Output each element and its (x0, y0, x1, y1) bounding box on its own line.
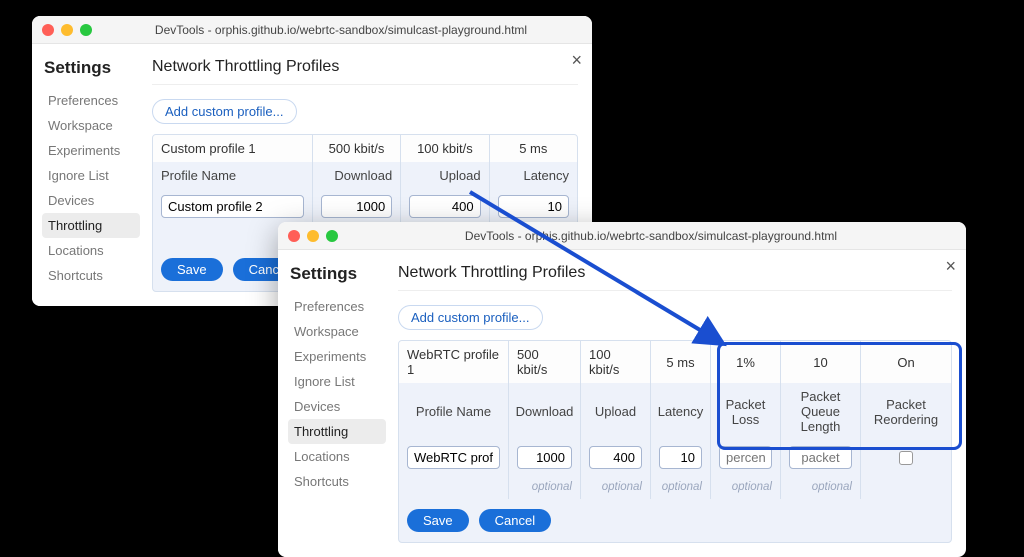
window-title: DevTools - orphis.github.io/webrtc-sandb… (346, 229, 956, 243)
sidebar-item-workspace[interactable]: Workspace (42, 113, 140, 138)
col-header: Profile Name (399, 383, 509, 440)
titlebar: DevTools - orphis.github.io/webrtc-sandb… (32, 16, 592, 44)
save-button[interactable]: Save (161, 258, 223, 281)
profile-name-input[interactable] (407, 446, 500, 469)
sidebar-item-throttling[interactable]: Throttling (288, 419, 386, 444)
optional-hint: optional (651, 475, 711, 499)
sidebar-item-shortcuts[interactable]: Shortcuts (288, 469, 386, 494)
summary-cell: On (861, 341, 951, 383)
upload-input[interactable] (589, 446, 642, 469)
traffic-lights (42, 24, 92, 36)
settings-sidebar: Settings Preferences Workspace Experimen… (32, 44, 142, 306)
sidebar-item-devices[interactable]: Devices (288, 394, 386, 419)
download-input[interactable] (321, 195, 392, 218)
col-header: Packet Loss (711, 383, 781, 440)
col-header: Upload (401, 162, 489, 189)
summary-cell: 10 (781, 341, 861, 383)
settings-sidebar: Settings Preferences Workspace Experimen… (278, 250, 388, 557)
col-header: Download (313, 162, 401, 189)
sidebar-item-ignore-list[interactable]: Ignore List (42, 163, 140, 188)
col-header: Packet Reordering (861, 383, 951, 440)
sidebar-item-workspace[interactable]: Workspace (288, 319, 386, 344)
packet-loss-input[interactable] (719, 446, 772, 469)
col-header: Packet Queue Length (781, 383, 861, 440)
page-title: Network Throttling Profiles (398, 264, 952, 291)
settings-header: Settings (42, 58, 140, 78)
add-custom-profile-button[interactable]: Add custom profile... (152, 99, 297, 124)
main-panel: × Network Throttling Profiles Add custom… (388, 250, 966, 557)
minimize-traffic-icon[interactable] (61, 24, 73, 36)
summary-cell: 100 kbit/s (401, 135, 489, 162)
cancel-button[interactable]: Cancel (479, 509, 551, 532)
minimize-traffic-icon[interactable] (307, 230, 319, 242)
close-traffic-icon[interactable] (288, 230, 300, 242)
col-header: Profile Name (153, 162, 313, 189)
page-title: Network Throttling Profiles (152, 58, 578, 85)
upload-input[interactable] (409, 195, 480, 218)
summary-cell: 5 ms (651, 341, 711, 383)
col-header: Latency (651, 383, 711, 440)
settings-header: Settings (288, 264, 386, 284)
close-icon[interactable]: × (945, 256, 956, 277)
packet-queue-input[interactable] (789, 446, 852, 469)
profile-name-input[interactable] (161, 195, 304, 218)
sidebar-item-experiments[interactable]: Experiments (42, 138, 140, 163)
optional-hint: optional (581, 475, 651, 499)
close-traffic-icon[interactable] (42, 24, 54, 36)
sidebar-item-locations[interactable]: Locations (42, 238, 140, 263)
window-title: DevTools - orphis.github.io/webrtc-sandb… (100, 23, 582, 37)
close-icon[interactable]: × (571, 50, 582, 71)
packet-reordering-checkbox[interactable] (899, 451, 913, 465)
sidebar-item-locations[interactable]: Locations (288, 444, 386, 469)
summary-cell: WebRTC profile 1 (399, 341, 509, 383)
summary-cell: Custom profile 1 (153, 135, 313, 162)
sidebar-item-devices[interactable]: Devices (42, 188, 140, 213)
latency-input[interactable] (498, 195, 569, 218)
throttling-table: WebRTC profile 1 500 kbit/s 100 kbit/s 5… (398, 340, 952, 543)
col-header: Download (509, 383, 581, 440)
summary-cell: 1% (711, 341, 781, 383)
sidebar-item-preferences[interactable]: Preferences (42, 88, 140, 113)
sidebar-item-throttling[interactable]: Throttling (42, 213, 140, 238)
add-custom-profile-button[interactable]: Add custom profile... (398, 305, 543, 330)
sidebar-item-shortcuts[interactable]: Shortcuts (42, 263, 140, 288)
traffic-lights (288, 230, 338, 242)
download-input[interactable] (517, 446, 572, 469)
summary-cell: 500 kbit/s (313, 135, 401, 162)
summary-cell: 5 ms (490, 135, 577, 162)
titlebar: DevTools - orphis.github.io/webrtc-sandb… (278, 222, 966, 250)
optional-hint: optional (509, 475, 581, 499)
save-button[interactable]: Save (407, 509, 469, 532)
optional-hint: optional (711, 475, 781, 499)
summary-cell: 100 kbit/s (581, 341, 651, 383)
col-header: Upload (581, 383, 651, 440)
maximize-traffic-icon[interactable] (326, 230, 338, 242)
sidebar-item-preferences[interactable]: Preferences (288, 294, 386, 319)
maximize-traffic-icon[interactable] (80, 24, 92, 36)
optional-hint: optional (781, 475, 861, 499)
sidebar-item-ignore-list[interactable]: Ignore List (288, 369, 386, 394)
sidebar-item-experiments[interactable]: Experiments (288, 344, 386, 369)
summary-cell: 500 kbit/s (509, 341, 581, 383)
col-header: Latency (490, 162, 577, 189)
latency-input[interactable] (659, 446, 702, 469)
